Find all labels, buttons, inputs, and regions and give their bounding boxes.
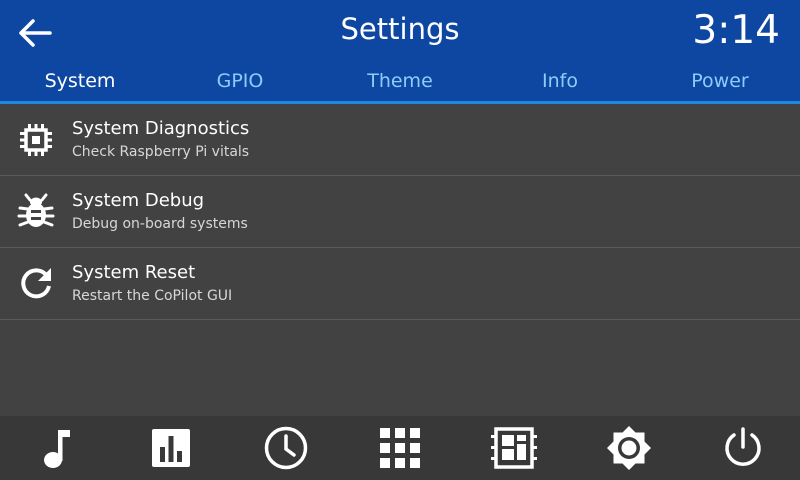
nav-apps-button[interactable] [343,416,457,480]
list-item-system-diagnostics[interactable]: System Diagnostics Check Raspberry Pi vi… [0,104,800,176]
power-icon [722,427,764,469]
nav-dashboard-button[interactable] [457,416,571,480]
list-item-system-debug[interactable]: System Debug Debug on-board systems [0,176,800,248]
item-subtitle: Check Raspberry Pi vitals [72,144,250,160]
tab-gpio[interactable]: GPIO [160,62,320,102]
item-subtitle: Debug on-board systems [72,216,248,232]
tab-theme[interactable]: Theme [320,62,480,102]
list-item-system-reset[interactable]: System Reset Restart the CoPilot GUI [0,248,800,320]
bug-icon [16,192,56,232]
nav-clock-button[interactable] [229,416,343,480]
settings-list: System Diagnostics Check Raspberry Pi vi… [0,104,800,320]
dashboard-icon [491,427,538,469]
item-subtitle: Restart the CoPilot GUI [72,288,233,304]
nav-power-button[interactable] [686,416,800,480]
nav-stats-button[interactable] [114,416,228,480]
refresh-icon [16,264,56,304]
nav-brightness-button[interactable] [571,416,685,480]
tab-power[interactable]: Power [640,62,800,102]
tab-bar: System GPIO Theme Info Power [0,62,800,104]
item-title: System Reset [72,262,196,283]
clock-readout: 3:14 [692,8,780,53]
brightness-icon [606,425,652,471]
chip-icon [16,120,56,160]
bottom-nav [0,416,800,480]
tab-info[interactable]: Info [480,62,640,102]
item-title: System Diagnostics [72,118,250,139]
page-title: Settings [340,12,460,46]
bar-chart-icon [151,428,191,468]
apps-grid-icon [379,427,421,469]
item-title: System Debug [72,190,205,211]
nav-music-button[interactable] [0,416,114,480]
music-note-icon [37,426,77,470]
app-header: Settings 3:14 System GPIO Theme Info Pow… [0,0,800,104]
tab-system[interactable]: System [0,62,160,104]
clock-icon [263,425,309,471]
